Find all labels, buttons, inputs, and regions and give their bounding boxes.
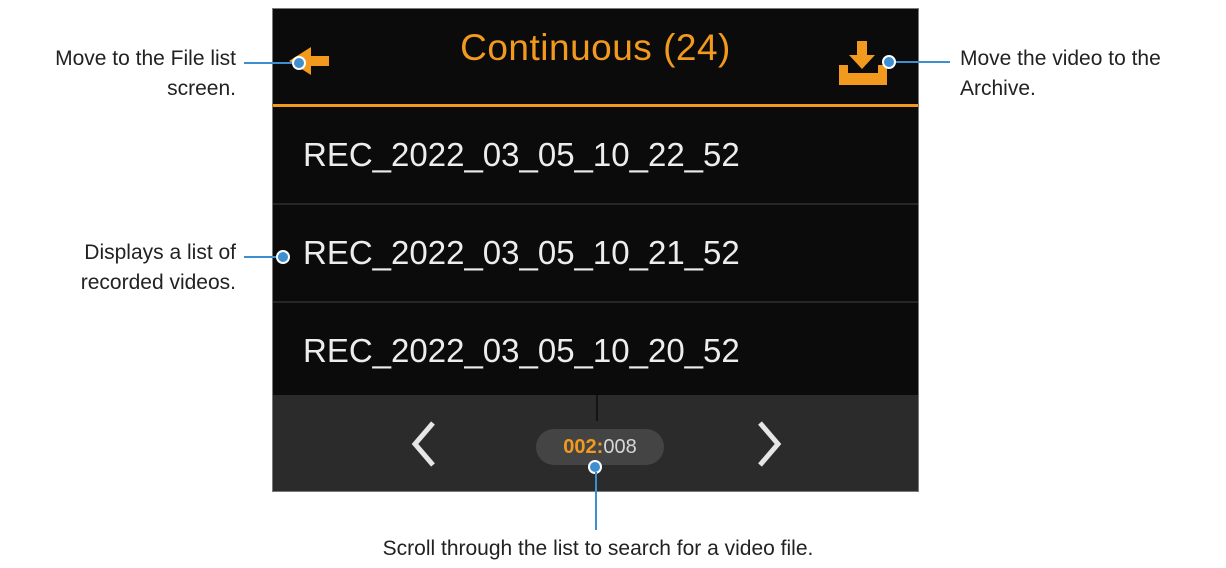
callout-line — [244, 62, 298, 64]
device-screen: Continuous (24) REC_2022_03_05_10_22_52 … — [272, 8, 919, 492]
current-page: 002 — [563, 436, 597, 458]
divider — [596, 395, 598, 421]
chevron-right-icon[interactable] — [754, 419, 784, 469]
callout-line — [595, 472, 597, 530]
download-icon[interactable] — [839, 41, 887, 85]
callout-dot — [292, 56, 306, 70]
callout-text: recorded videos. — [80, 271, 236, 294]
callout-text: Displays a list of — [84, 241, 236, 264]
header-bar: Continuous (24) — [273, 9, 918, 107]
page-indicator: 002:008 — [536, 429, 664, 465]
callout-text: screen. — [167, 77, 236, 100]
callout-archive: Move the video to the Archive. — [960, 44, 1222, 104]
file-list-item[interactable]: REC_2022_03_05_10_20_52 — [273, 303, 918, 401]
callout-back: Move to the File list screen. — [8, 44, 236, 104]
callout-dot — [276, 250, 290, 264]
callout-text: Archive. — [960, 77, 1036, 100]
callout-line — [892, 61, 950, 63]
callout-text: Move to the File list — [55, 47, 236, 70]
callout-list: Displays a list of recorded videos. — [8, 238, 236, 298]
callout-dot — [882, 55, 896, 69]
callout-text: Move the video to the — [960, 47, 1161, 70]
page-title: Continuous (24) — [460, 27, 731, 68]
callout-scroll: Scroll through the list to search for a … — [382, 537, 814, 560]
chevron-left-icon[interactable] — [409, 419, 439, 469]
total-pages: 008 — [603, 436, 637, 458]
file-list-item[interactable]: REC_2022_03_05_10_22_52 — [273, 107, 918, 205]
file-list-item[interactable]: REC_2022_03_05_10_21_52 — [273, 205, 918, 303]
file-list: REC_2022_03_05_10_22_52 REC_2022_03_05_1… — [273, 107, 918, 401]
